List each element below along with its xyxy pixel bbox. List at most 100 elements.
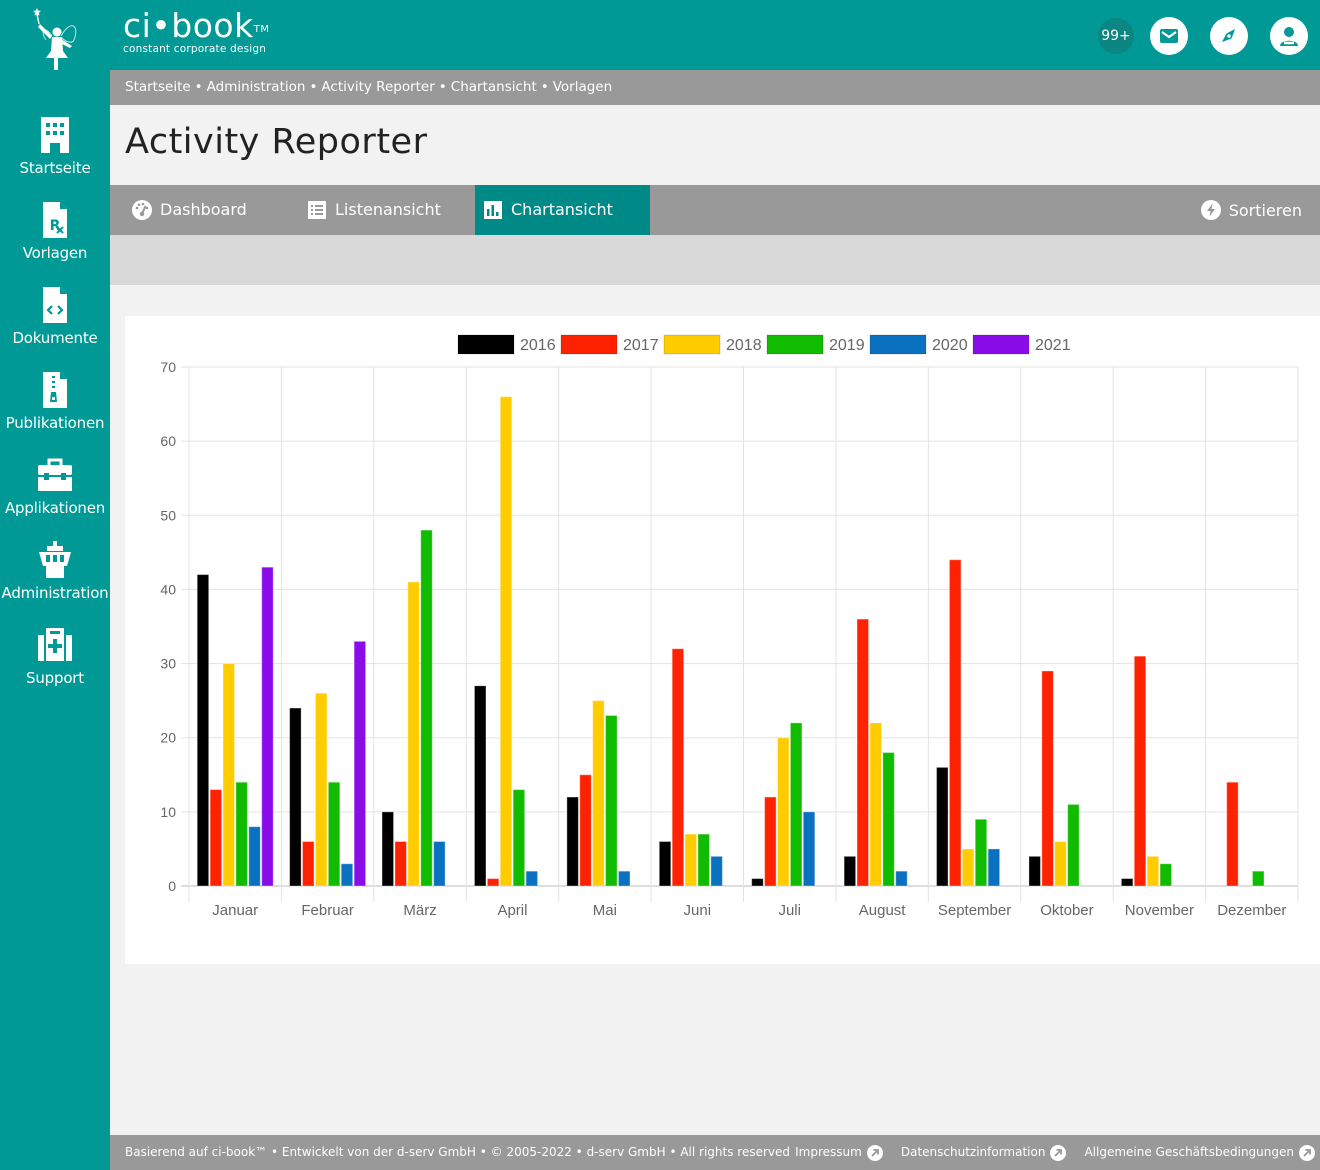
bar-2017-Juli [764, 796, 777, 887]
bar-2020-Juni [710, 855, 723, 887]
breadcrumb-separator: • [194, 79, 203, 95]
legend-swatch-2017 [560, 334, 618, 355]
bar-2017-März [394, 841, 407, 887]
sidebar-item-administration[interactable]: Administration [0, 540, 110, 620]
bar-2018-September [961, 848, 975, 887]
bar-2019-November [1159, 863, 1173, 887]
bolt-icon [1200, 200, 1221, 220]
toolbar-area [110, 235, 1320, 285]
sort-label: Sortieren [1228, 200, 1302, 220]
legend-swatch-2020 [869, 334, 927, 355]
footer-link-datenschutz[interactable]: Datenschutzinformation [901, 1135, 1067, 1170]
mail-icon [1160, 29, 1178, 43]
x-tick-label: Juli [778, 902, 801, 919]
sidebar-item-support[interactable]: Support [0, 625, 110, 705]
bar-2018-August [869, 722, 882, 887]
sidebar-item-label: Support [26, 669, 84, 687]
bar-2016-März [381, 811, 395, 887]
x-tick-label: August [859, 902, 907, 919]
activity-bar-chart: 0 10 20 30 40 50 60 70 Januar Februar März April Mai… [160, 334, 1299, 919]
page-title: Activity Reporter [125, 122, 428, 162]
breadcrumb-item-administration[interactable]: Administration [207, 79, 306, 95]
tab-chartansicht[interactable]: Chartansicht [475, 185, 650, 235]
x-tick-label: Juni [684, 902, 712, 919]
bar-2017-September [948, 559, 962, 887]
legend-label: 2016 [520, 337, 556, 354]
top-header: ci•bookTM constant corporate design 99+ [0, 0, 1320, 70]
hospital-icon [38, 628, 72, 661]
bar-2021-Januar [261, 566, 274, 887]
bar-2017-November [1133, 655, 1147, 887]
sidebar-item-dokumente[interactable]: Dokumente [0, 285, 110, 365]
prescription-file-icon: R [43, 202, 67, 238]
mail-button[interactable] [1150, 17, 1188, 55]
bar-2019-Februar [327, 781, 341, 887]
breadcrumb-separator: • [540, 79, 549, 95]
bar-2017-Juni [671, 648, 685, 887]
bar-2018-Juli [777, 737, 790, 887]
bar-2018-Februar [314, 692, 328, 887]
breadcrumb-item-activity-reporter[interactable]: Activity Reporter [321, 79, 434, 95]
footer-copyright: Basierend auf ci-book™ • Entwickelt von … [125, 1145, 791, 1159]
legend-swatch-2018 [663, 334, 721, 355]
bar-2021-Februar [353, 640, 367, 887]
y-tick-label: 60 [160, 433, 176, 449]
sidebar-item-startseite[interactable]: Startseite [0, 115, 110, 195]
legend-label: 2018 [726, 337, 762, 354]
breadcrumb-item-startseite[interactable]: Startseite [125, 79, 191, 95]
y-tick-label: 30 [160, 656, 176, 672]
sidebar-item-label: Applikationen [4, 499, 106, 517]
legend-label: 2021 [1035, 337, 1071, 354]
sidebar-item-label: Vorlagen [22, 244, 88, 262]
tab-listenansicht[interactable]: Listenansicht [285, 185, 475, 235]
tab-dashboard[interactable]: Dashboard [110, 185, 285, 235]
x-tick-label: April [497, 902, 527, 919]
breadcrumb-item-chartansicht[interactable]: Chartansicht [451, 79, 537, 95]
compass-button[interactable] [1210, 17, 1248, 55]
sidebar: Startseite R Vorlagen Dokumente Publikat… [0, 70, 110, 1170]
bar-2016-Oktober [1028, 855, 1041, 887]
bar-2019-Dezember [1251, 870, 1265, 887]
user-icon [1280, 27, 1298, 46]
bar-2016-Mai [566, 796, 579, 887]
brand-logo[interactable]: ci•bookTM constant corporate design [123, 6, 269, 56]
bar-2019-September [974, 818, 988, 887]
footer-link-label: Impressum [795, 1145, 862, 1159]
sidebar-item-label: Administration [1, 584, 109, 602]
x-tick-label: Oktober [1040, 902, 1093, 919]
bar-2016-November [1120, 878, 1134, 887]
brand-tagline: constant corporate design [123, 43, 267, 55]
bar-2016-Februar [289, 707, 302, 887]
bar-2017-Oktober [1041, 670, 1054, 887]
notification-badge[interactable]: 99+ [1098, 18, 1134, 54]
sidebar-item-vorlagen[interactable]: R Vorlagen [0, 200, 110, 280]
sidebar-item-label: Dokumente [12, 329, 98, 347]
sidebar-item-publikationen[interactable]: Publikationen [0, 370, 110, 450]
external-link-icon [866, 1144, 883, 1161]
sidebar-item-applikationen[interactable]: Applikationen [0, 455, 110, 535]
building-icon [41, 117, 69, 153]
footer-link-impressum[interactable]: Impressum [795, 1135, 883, 1170]
brand-name: ci•book [123, 6, 254, 45]
control-tower-icon [39, 541, 71, 578]
bar-2017-April [486, 878, 500, 887]
bar-2019-Mai [605, 714, 618, 887]
footer-link-agb[interactable]: Allgemeine Geschäftsbedingungen [1084, 1135, 1315, 1170]
fairy-logo-icon[interactable] [30, 6, 82, 70]
x-tick-label: Februar [301, 902, 354, 919]
bar-2018-April [499, 396, 513, 887]
legend-label: 2017 [623, 337, 659, 354]
tab-label: Listenansicht [335, 200, 441, 219]
x-tick-label: Januar [212, 902, 258, 919]
breadcrumb-item-vorlagen: Vorlagen [552, 79, 613, 95]
x-tick-label: Mai [593, 902, 617, 919]
bar-2020-Juli [802, 811, 816, 887]
sort-button[interactable]: Sortieren [1200, 185, 1302, 235]
y-tick-label: 20 [160, 730, 176, 746]
bar-2019-August [882, 752, 895, 887]
bar-2017-August [856, 618, 870, 887]
bar-2020-Januar [248, 826, 261, 887]
bar-2016-April [473, 685, 487, 887]
user-button[interactable] [1270, 17, 1308, 55]
bar-2017-Februar [302, 841, 315, 887]
